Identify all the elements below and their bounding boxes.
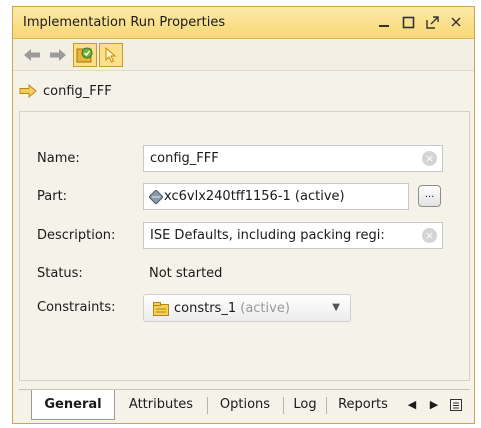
auto-update-icon[interactable] — [73, 43, 97, 67]
part-value: xc6vlx240tff1156-1 (active) — [164, 189, 345, 204]
maximize-icon[interactable] — [398, 12, 418, 32]
chip-icon — [148, 189, 164, 208]
constraints-value: constrs_1 (active) — [174, 301, 290, 316]
scroll-right-icon[interactable]: ▶ — [425, 390, 443, 420]
part-label: Part: — [37, 189, 68, 204]
constraints-dropdown[interactable]: constrs_1 (active) ▼ — [143, 294, 351, 322]
name-row: Name: config_FFF × — [20, 145, 469, 173]
close-icon[interactable] — [446, 12, 466, 32]
name-field[interactable]: config_FFF × — [143, 145, 443, 172]
tab-separator — [326, 397, 327, 414]
clear-icon[interactable]: × — [422, 228, 437, 243]
tab-reports[interactable]: Reports — [329, 390, 397, 420]
scroll-left-icon[interactable]: ◀ — [403, 390, 421, 420]
description-value: ISE Defaults, including packing regi: — [150, 228, 385, 243]
tab-list-icon[interactable] — [447, 390, 465, 420]
constraints-set-icon — [153, 302, 169, 320]
description-field[interactable]: ISE Defaults, including packing regi: × — [143, 222, 443, 249]
arrow-right-icon — [19, 84, 37, 102]
status-row: Status: Not started — [20, 260, 469, 288]
name-value: config_FFF — [150, 151, 219, 166]
part-field[interactable]: xc6vlx240tff1156-1 (active) — [143, 183, 409, 210]
breadcrumb: config_FFF — [13, 79, 474, 103]
forward-arrow-icon[interactable] — [47, 44, 69, 66]
float-icon[interactable] — [422, 12, 442, 32]
choose-part-button[interactable]: ... — [418, 185, 441, 207]
constraints-label: Constraints: — [37, 300, 116, 315]
title-bar: Implementation Run Properties — [13, 7, 474, 39]
tab-log[interactable]: Log — [287, 390, 323, 420]
breadcrumb-text: config_FFF — [43, 84, 112, 99]
constraints-active-note: (active) — [240, 301, 290, 316]
tab-separator — [283, 397, 284, 414]
constraints-row: Constraints: constrs_1 (active) ▼ — [20, 294, 469, 322]
dropdown-arrow-icon[interactable]: ▼ — [332, 302, 340, 313]
minimize-icon[interactable] — [374, 12, 394, 32]
toolbar — [13, 40, 474, 71]
back-arrow-icon[interactable] — [21, 44, 43, 66]
name-label: Name: — [37, 151, 80, 166]
select-pointer-icon[interactable] — [99, 43, 123, 67]
general-tab-content: Name: config_FFF × Part: xc6vlx240tff115… — [19, 111, 470, 381]
window-controls — [374, 12, 466, 32]
tab-attributes[interactable]: Attributes — [119, 390, 203, 420]
window-title: Implementation Run Properties — [23, 15, 226, 30]
status-value: Not started — [149, 266, 223, 281]
properties-panel: Implementation Run Properties config_FFF… — [12, 6, 475, 424]
tab-separator — [207, 397, 208, 414]
description-label: Description: — [37, 228, 116, 243]
tab-general[interactable]: General — [31, 390, 115, 420]
tab-options[interactable]: Options — [211, 390, 279, 420]
part-row: Part: xc6vlx240tff1156-1 (active) ... — [20, 183, 469, 211]
status-label: Status: — [37, 266, 83, 281]
description-row: Description: ISE Defaults, including pac… — [20, 222, 469, 250]
clear-icon[interactable]: × — [422, 151, 437, 166]
tab-bar: General Attributes Options Log Reports ◀… — [19, 389, 470, 421]
